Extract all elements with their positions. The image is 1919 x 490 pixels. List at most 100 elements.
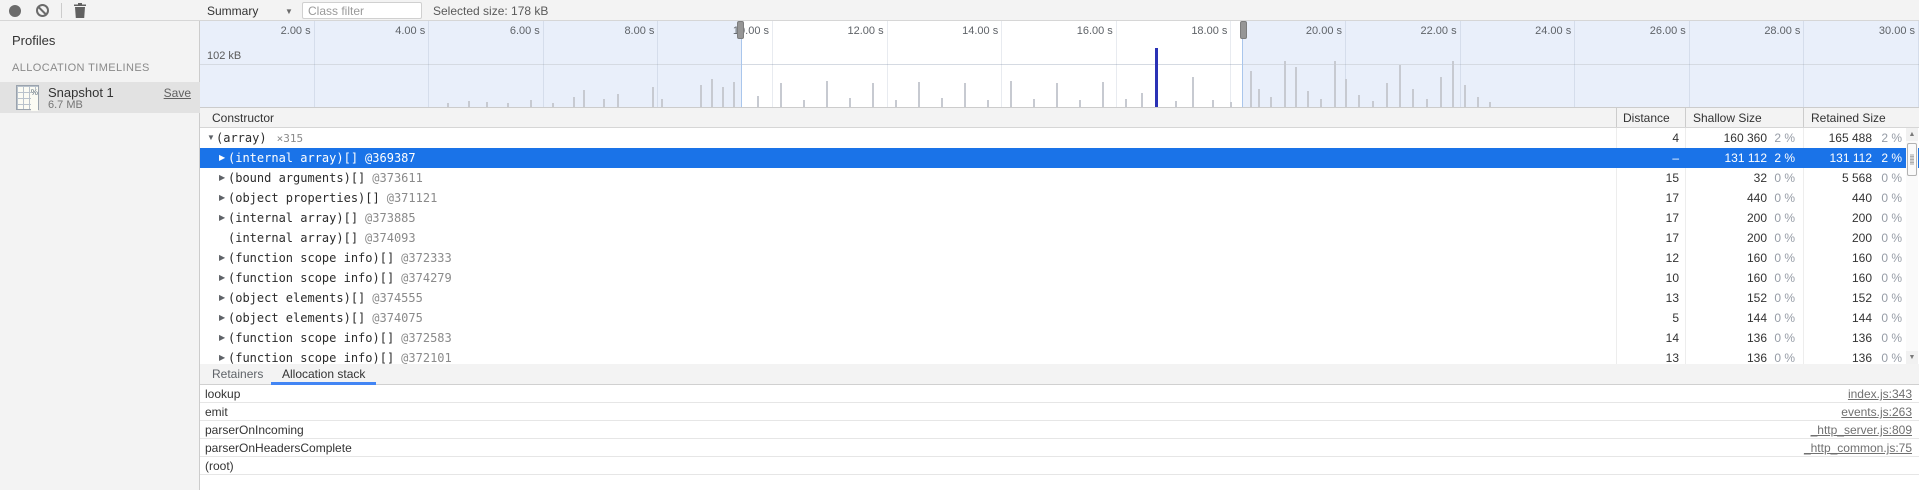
stack-frame-row: (root) [200, 457, 1919, 475]
table-row[interactable]: ▶(object elements)[]@37407551440 %1440 % [200, 308, 1919, 328]
allocation-bar [1307, 91, 1309, 107]
class-filter-input[interactable] [302, 2, 422, 19]
table-row[interactable]: ▶(object elements)[]@374555131520 %1520 … [200, 288, 1919, 308]
stack-frame-function: parserOnIncoming [205, 423, 304, 437]
stack-frame-function: lookup [205, 387, 240, 401]
column-header-constructor[interactable]: Constructor [212, 111, 274, 125]
object-id: @374279 [401, 271, 452, 285]
column-divider[interactable] [1616, 108, 1617, 127]
allocation-bar [1141, 93, 1143, 107]
timeline-tick-label: 24.00 s [1535, 25, 1571, 37]
table-row[interactable]: ▶(object properties)[]@371121174400 %440… [200, 188, 1919, 208]
scroll-up-icon[interactable]: ▲ [1906, 128, 1918, 141]
allocation-timeline-overview[interactable]: 102 kB 2.00 s4.00 s6.00 s8.00 s10.00 s12… [200, 21, 1919, 107]
scrollbar-thumb[interactable] [1907, 143, 1917, 176]
expand-icon[interactable]: ▶ [219, 353, 225, 362]
allocation-bar [661, 99, 663, 107]
allocation-bar [1056, 83, 1058, 107]
table-row[interactable]: ▶(internal array)[]@369387–131 1122 %131… [200, 148, 1919, 168]
selection-handle-left[interactable] [737, 21, 744, 39]
shallow-size-percent: 0 % [1767, 191, 1795, 205]
column-divider[interactable] [1803, 108, 1804, 127]
expand-icon[interactable]: ▶ [219, 213, 225, 222]
expand-icon[interactable]: ▶ [219, 313, 225, 322]
stack-frame-row: lookup index.js:343 [200, 385, 1919, 403]
shallow-size-percent: 2 % [1767, 131, 1795, 145]
table-row[interactable]: ▶(function scope info)[]@372101131360 %1… [200, 348, 1919, 364]
constructor-name: (object properties)[]@371121 [228, 191, 437, 205]
tab-allocation-stack[interactable]: Allocation stack [271, 364, 376, 385]
selected-size-label: Selected size: 178 kB [433, 4, 548, 18]
table-row[interactable]: ▶(internal array)[]@373885172000 %2000 % [200, 208, 1919, 228]
table-row[interactable]: ▶(bound arguments)[]@37361115320 %5 5680… [200, 168, 1919, 188]
timeline-tick-label: 22.00 s [1421, 25, 1457, 37]
timeline-tick-label: 14.00 s [962, 25, 998, 37]
allocation-bar [573, 97, 575, 107]
allocation-bar [1033, 99, 1035, 107]
timeline-gridline [1689, 21, 1690, 107]
table-row[interactable]: ▶(function scope info)[]@372333121600 %1… [200, 248, 1919, 268]
expand-icon[interactable]: ▶ [219, 173, 225, 182]
save-link[interactable]: Save [164, 86, 191, 100]
snapshot-item[interactable]: % Snapshot 1 6.7 MB Save [0, 82, 200, 113]
shallow-size-value: 160 [1685, 251, 1767, 265]
timeline-gridline [772, 21, 773, 107]
source-location-link[interactable]: _http_common.js:75 [1804, 441, 1912, 455]
expand-icon[interactable]: ▶ [219, 153, 225, 162]
source-location-link[interactable]: _http_server.js:809 [1811, 423, 1912, 437]
allocation-bar [733, 82, 735, 107]
allocation-bar [1412, 89, 1414, 107]
object-id: @372333 [401, 251, 452, 265]
table-row[interactable]: ▼(array)×3154160 3602 %165 4882 % [200, 128, 1919, 148]
tab-retainers[interactable]: Retainers [212, 364, 263, 385]
table-row[interactable]: ▶(function scope info)[]@372583141360 %1… [200, 328, 1919, 348]
retained-size-value: 200 [1803, 231, 1872, 245]
table-row[interactable]: ▶(function scope info)[]@374279101600 %1… [200, 268, 1919, 288]
record-heap-icon[interactable] [9, 5, 21, 17]
allocation-bar [1258, 89, 1260, 107]
allocation-bar [530, 100, 532, 107]
delete-profile-icon[interactable] [73, 3, 87, 21]
constructor-name: (internal array)[]@374093 [228, 231, 416, 245]
table-row[interactable]: (internal array)[]@374093172000 %2000 % [200, 228, 1919, 248]
allocation-bar [1295, 67, 1297, 107]
column-header-shallow-size[interactable]: Shallow Size [1693, 111, 1762, 125]
shallow-size-value: 200 [1685, 231, 1767, 245]
source-location-link[interactable]: events.js:263 [1841, 405, 1912, 419]
retained-size-percent: 0 % [1872, 271, 1902, 285]
constructor-name: (function scope info)[]@372333 [228, 251, 452, 265]
expand-icon[interactable]: ▶ [219, 253, 225, 262]
stack-frame-row: parserOnHeadersComplete_http_common.js:7… [200, 439, 1919, 457]
column-divider[interactable] [1685, 108, 1686, 127]
expand-icon[interactable]: ▶ [219, 293, 225, 302]
expand-icon[interactable]: ▶ [219, 273, 225, 282]
main-panel: 102 kB 2.00 s4.00 s6.00 s8.00 s10.00 s12… [200, 21, 1919, 490]
allocation-bar [987, 100, 989, 107]
column-header-distance[interactable]: Distance [1623, 111, 1670, 125]
distance-value: 15 [1616, 171, 1679, 185]
source-location-link[interactable]: index.js:343 [1848, 387, 1912, 401]
allocation-bar [780, 83, 782, 107]
timeline-tick-label: 18.00 s [1191, 25, 1227, 37]
timeline-tick-label: 26.00 s [1650, 25, 1686, 37]
scroll-down-icon[interactable]: ▼ [1906, 351, 1918, 364]
allocation-bar [918, 82, 920, 107]
object-id: @372583 [401, 331, 452, 345]
allocation-bar [1284, 61, 1286, 107]
shallow-size-percent: 0 % [1767, 251, 1795, 265]
selection-handle-right[interactable] [1240, 21, 1247, 39]
object-id: @374555 [372, 291, 423, 305]
column-header-retained-size[interactable]: Retained Size [1811, 111, 1886, 125]
grid-scrollbar[interactable]: ▲ ▼ [1906, 128, 1918, 364]
expand-icon[interactable]: ▶ [219, 193, 225, 202]
perspective-select[interactable]: Summary ▼ [207, 3, 258, 19]
allocation-bar [1440, 77, 1442, 107]
expand-icon[interactable]: ▶ [219, 333, 225, 342]
timeline-tick-label: 30.00 s [1879, 25, 1915, 37]
timeline-gridline [657, 21, 658, 107]
constructor-name: (bound arguments)[]@373611 [228, 171, 423, 185]
collapse-icon[interactable]: ▼ [207, 133, 215, 142]
object-id: @373885 [365, 211, 416, 225]
bottom-tabbar: Retainers Allocation stack [200, 364, 1919, 385]
clear-profiles-icon[interactable] [36, 4, 49, 17]
